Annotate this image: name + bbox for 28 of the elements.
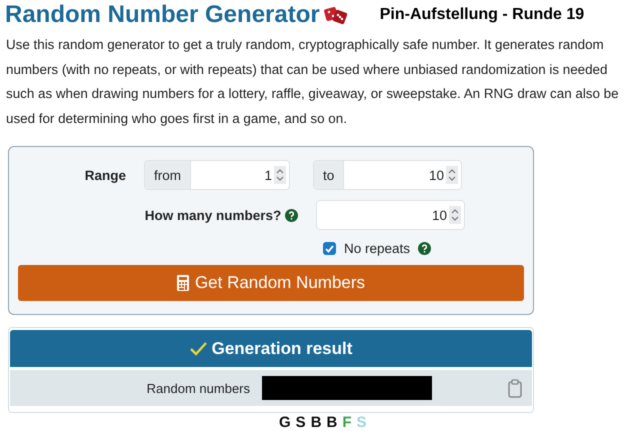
get-random-numbers-button[interactable]: Get Random Numbers <box>18 265 524 301</box>
letter: B <box>310 414 322 431</box>
result-label: Random numbers <box>146 380 251 396</box>
checkbox-label: No repeats <box>344 241 410 256</box>
page-title: Random Number Generator <box>5 1 320 29</box>
clipboard-icon[interactable] <box>508 378 522 398</box>
check-icon <box>190 342 207 356</box>
count-label: How many numbers? <box>144 208 282 222</box>
count-field[interactable]: 10 <box>316 200 465 230</box>
letter: F <box>342 414 352 431</box>
help-icon[interactable] <box>285 208 298 222</box>
help-icon[interactable] <box>418 242 432 255</box>
spinner-icon[interactable] <box>274 166 286 184</box>
result-title: Generation result <box>212 338 352 358</box>
overlay-caption: Pin-Aufstellung - Runde 19 <box>380 6 584 24</box>
dice-icon <box>324 5 348 25</box>
letter: S <box>356 414 367 431</box>
spinner-icon[interactable] <box>449 206 461 224</box>
from-field[interactable]: from 1 <box>144 160 290 190</box>
letter: S <box>296 414 306 431</box>
spinner-icon[interactable] <box>446 166 458 184</box>
letter: G <box>279 414 291 431</box>
to-field[interactable]: to 10 <box>313 160 462 190</box>
calculator-icon <box>176 275 189 291</box>
range-label: Range <box>84 168 127 182</box>
description: Use this random generator to get a truly random, cryptographically safe number. It generates random numbers (with no repeats, or with repeats) that can be used where unbiased randomization is needed such as when drawing numbers for a lottery, raffle, giveaway, or sweepstake. An RNG draw can also be used for determining who goes first in a game, and so on. <box>6 36 620 128</box>
letter: B <box>326 414 338 431</box>
checkbox[interactable] <box>323 242 336 255</box>
